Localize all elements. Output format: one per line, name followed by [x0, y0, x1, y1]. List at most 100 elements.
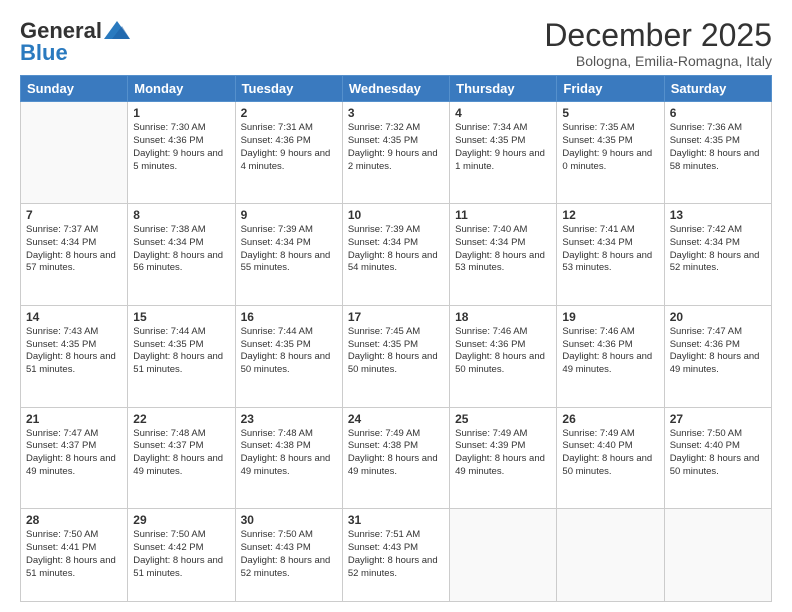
location: Bologna, Emilia-Romagna, Italy: [544, 53, 772, 69]
cell-info: Sunrise: 7:50 AMSunset: 4:42 PMDaylight:…: [133, 529, 229, 580]
calendar-header-friday: Friday: [557, 76, 664, 102]
cell-info: Sunrise: 7:44 AMSunset: 4:35 PMDaylight:…: [133, 326, 229, 377]
calendar-cell: 5 Sunrise: 7:35 AMSunset: 4:35 PMDaylight…: [557, 102, 664, 204]
calendar-cell: 17 Sunrise: 7:45 AMSunset: 4:35 PMDayligh…: [342, 305, 449, 407]
cell-info: Sunrise: 7:31 AMSunset: 4:36 PMDaylight:…: [241, 122, 337, 173]
day-number: 24: [348, 412, 444, 426]
calendar-cell: 29 Sunrise: 7:50 AMSunset: 4:42 PMDayligh…: [128, 509, 235, 602]
cell-info: Sunrise: 7:46 AMSunset: 4:36 PMDaylight:…: [562, 326, 658, 377]
day-number: 8: [133, 208, 229, 222]
cell-info: Sunrise: 7:50 AMSunset: 4:40 PMDaylight:…: [670, 428, 766, 479]
day-number: 30: [241, 513, 337, 527]
cell-info: Sunrise: 7:48 AMSunset: 4:37 PMDaylight:…: [133, 428, 229, 479]
calendar-cell: 9 Sunrise: 7:39 AMSunset: 4:34 PMDaylight…: [235, 204, 342, 306]
calendar-cell: 16Sunrise: 7:44 AMSunset: 4:35 PMDayligh…: [235, 305, 342, 407]
calendar-cell: 1 Sunrise: 7:30 AMSunset: 4:36 PMDaylight…: [128, 102, 235, 204]
calendar-cell: 21 Sunrise: 7:47 AMSunset: 4:37 PMDayligh…: [21, 407, 128, 509]
calendar-header-row: SundayMondayTuesdayWednesdayThursdayFrid…: [21, 76, 772, 102]
calendar-cell: 30 Sunrise: 7:50 AMSunset: 4:43 PMDayligh…: [235, 509, 342, 602]
day-number: 31: [348, 513, 444, 527]
calendar-header-monday: Monday: [128, 76, 235, 102]
day-number: 16: [241, 310, 337, 324]
calendar-cell: 23 Sunrise: 7:48 AMSunset: 4:38 PMDayligh…: [235, 407, 342, 509]
cell-info: Sunrise: 7:39 AMSunset: 4:34 PMDaylight:…: [241, 224, 337, 275]
calendar-header-sunday: Sunday: [21, 76, 128, 102]
calendar-week-row: 28 Sunrise: 7:50 AMSunset: 4:41 PMDayligh…: [21, 509, 772, 602]
cell-info: Sunrise: 7:50 AMSunset: 4:41 PMDaylight:…: [26, 529, 122, 580]
calendar-cell: 12 Sunrise: 7:41 AMSunset: 4:34 PMDayligh…: [557, 204, 664, 306]
day-number: 27: [670, 412, 766, 426]
cell-info: Sunrise: 7:49 AMSunset: 4:40 PMDaylight:…: [562, 428, 658, 479]
calendar-cell: 6Sunrise: 7:36 AMSunset: 4:35 PMDaylight…: [664, 102, 771, 204]
cell-info: Sunrise: 7:47 AMSunset: 4:36 PMDaylight:…: [670, 326, 766, 377]
day-number: 7: [26, 208, 122, 222]
cell-info: Sunrise: 7:50 AMSunset: 4:43 PMDaylight:…: [241, 529, 337, 580]
calendar-header-tuesday: Tuesday: [235, 76, 342, 102]
calendar-cell: 2 Sunrise: 7:31 AMSunset: 4:36 PMDaylight…: [235, 102, 342, 204]
cell-info: Sunrise: 7:45 AMSunset: 4:35 PMDaylight:…: [348, 326, 444, 377]
day-number: 20: [670, 310, 766, 324]
day-number: 29: [133, 513, 229, 527]
day-number: 14: [26, 310, 122, 324]
day-number: 2: [241, 106, 337, 120]
day-number: 5: [562, 106, 658, 120]
title-block: December 2025 Bologna, Emilia-Romagna, I…: [544, 18, 772, 69]
calendar-cell: [450, 509, 557, 602]
cell-info: Sunrise: 7:43 AMSunset: 4:35 PMDaylight:…: [26, 326, 122, 377]
cell-info: Sunrise: 7:32 AMSunset: 4:35 PMDaylight:…: [348, 122, 444, 173]
day-number: 26: [562, 412, 658, 426]
cell-info: Sunrise: 7:49 AMSunset: 4:38 PMDaylight:…: [348, 428, 444, 479]
cell-info: Sunrise: 7:37 AMSunset: 4:34 PMDaylight:…: [26, 224, 122, 275]
cell-info: Sunrise: 7:48 AMSunset: 4:38 PMDaylight:…: [241, 428, 337, 479]
calendar-header-thursday: Thursday: [450, 76, 557, 102]
day-number: 17: [348, 310, 444, 324]
header: General Blue December 2025 Bologna, Emil…: [20, 18, 772, 69]
calendar-header-saturday: Saturday: [664, 76, 771, 102]
calendar-week-row: 21 Sunrise: 7:47 AMSunset: 4:37 PMDayligh…: [21, 407, 772, 509]
calendar-header-wednesday: Wednesday: [342, 76, 449, 102]
calendar-week-row: 1 Sunrise: 7:30 AMSunset: 4:36 PMDaylight…: [21, 102, 772, 204]
day-number: 28: [26, 513, 122, 527]
cell-info: Sunrise: 7:38 AMSunset: 4:34 PMDaylight:…: [133, 224, 229, 275]
cell-info: Sunrise: 7:51 AMSunset: 4:43 PMDaylight:…: [348, 529, 444, 580]
calendar-cell: 26 Sunrise: 7:49 AMSunset: 4:40 PMDayligh…: [557, 407, 664, 509]
cell-info: Sunrise: 7:34 AMSunset: 4:35 PMDaylight:…: [455, 122, 551, 173]
calendar-cell: [21, 102, 128, 204]
calendar-cell: 11Sunrise: 7:40 AMSunset: 4:34 PMDayligh…: [450, 204, 557, 306]
day-number: 6: [670, 106, 766, 120]
calendar-cell: 31 Sunrise: 7:51 AMSunset: 4:43 PMDayligh…: [342, 509, 449, 602]
day-number: 1: [133, 106, 229, 120]
calendar-cell: 4Sunrise: 7:34 AMSunset: 4:35 PMDaylight…: [450, 102, 557, 204]
day-number: 18: [455, 310, 551, 324]
calendar-cell: 10Sunrise: 7:39 AMSunset: 4:34 PMDayligh…: [342, 204, 449, 306]
page: General Blue December 2025 Bologna, Emil…: [0, 0, 792, 612]
logo: General Blue: [20, 18, 130, 66]
cell-info: Sunrise: 7:47 AMSunset: 4:37 PMDaylight:…: [26, 428, 122, 479]
calendar-cell: 28 Sunrise: 7:50 AMSunset: 4:41 PMDayligh…: [21, 509, 128, 602]
calendar-cell: 22 Sunrise: 7:48 AMSunset: 4:37 PMDayligh…: [128, 407, 235, 509]
day-number: 10: [348, 208, 444, 222]
day-number: 15: [133, 310, 229, 324]
day-number: 3: [348, 106, 444, 120]
cell-info: Sunrise: 7:42 AMSunset: 4:34 PMDaylight:…: [670, 224, 766, 275]
calendar-week-row: 7 Sunrise: 7:37 AMSunset: 4:34 PMDaylight…: [21, 204, 772, 306]
cell-info: Sunrise: 7:30 AMSunset: 4:36 PMDaylight:…: [133, 122, 229, 173]
cell-info: Sunrise: 7:46 AMSunset: 4:36 PMDaylight:…: [455, 326, 551, 377]
day-number: 9: [241, 208, 337, 222]
calendar-cell: 18 Sunrise: 7:46 AMSunset: 4:36 PMDayligh…: [450, 305, 557, 407]
cell-info: Sunrise: 7:41 AMSunset: 4:34 PMDaylight:…: [562, 224, 658, 275]
day-number: 19: [562, 310, 658, 324]
cell-info: Sunrise: 7:35 AMSunset: 4:35 PMDaylight:…: [562, 122, 658, 173]
day-number: 12: [562, 208, 658, 222]
calendar-cell: 14 Sunrise: 7:43 AMSunset: 4:35 PMDayligh…: [21, 305, 128, 407]
logo-icon: [104, 21, 130, 39]
cell-info: Sunrise: 7:49 AMSunset: 4:39 PMDaylight:…: [455, 428, 551, 479]
calendar-table: SundayMondayTuesdayWednesdayThursdayFrid…: [20, 75, 772, 602]
day-number: 21: [26, 412, 122, 426]
calendar-cell: 3 Sunrise: 7:32 AMSunset: 4:35 PMDaylight…: [342, 102, 449, 204]
calendar-week-row: 14 Sunrise: 7:43 AMSunset: 4:35 PMDayligh…: [21, 305, 772, 407]
day-number: 23: [241, 412, 337, 426]
day-number: 22: [133, 412, 229, 426]
calendar-cell: 8 Sunrise: 7:38 AMSunset: 4:34 PMDaylight…: [128, 204, 235, 306]
day-number: 11: [455, 208, 551, 222]
